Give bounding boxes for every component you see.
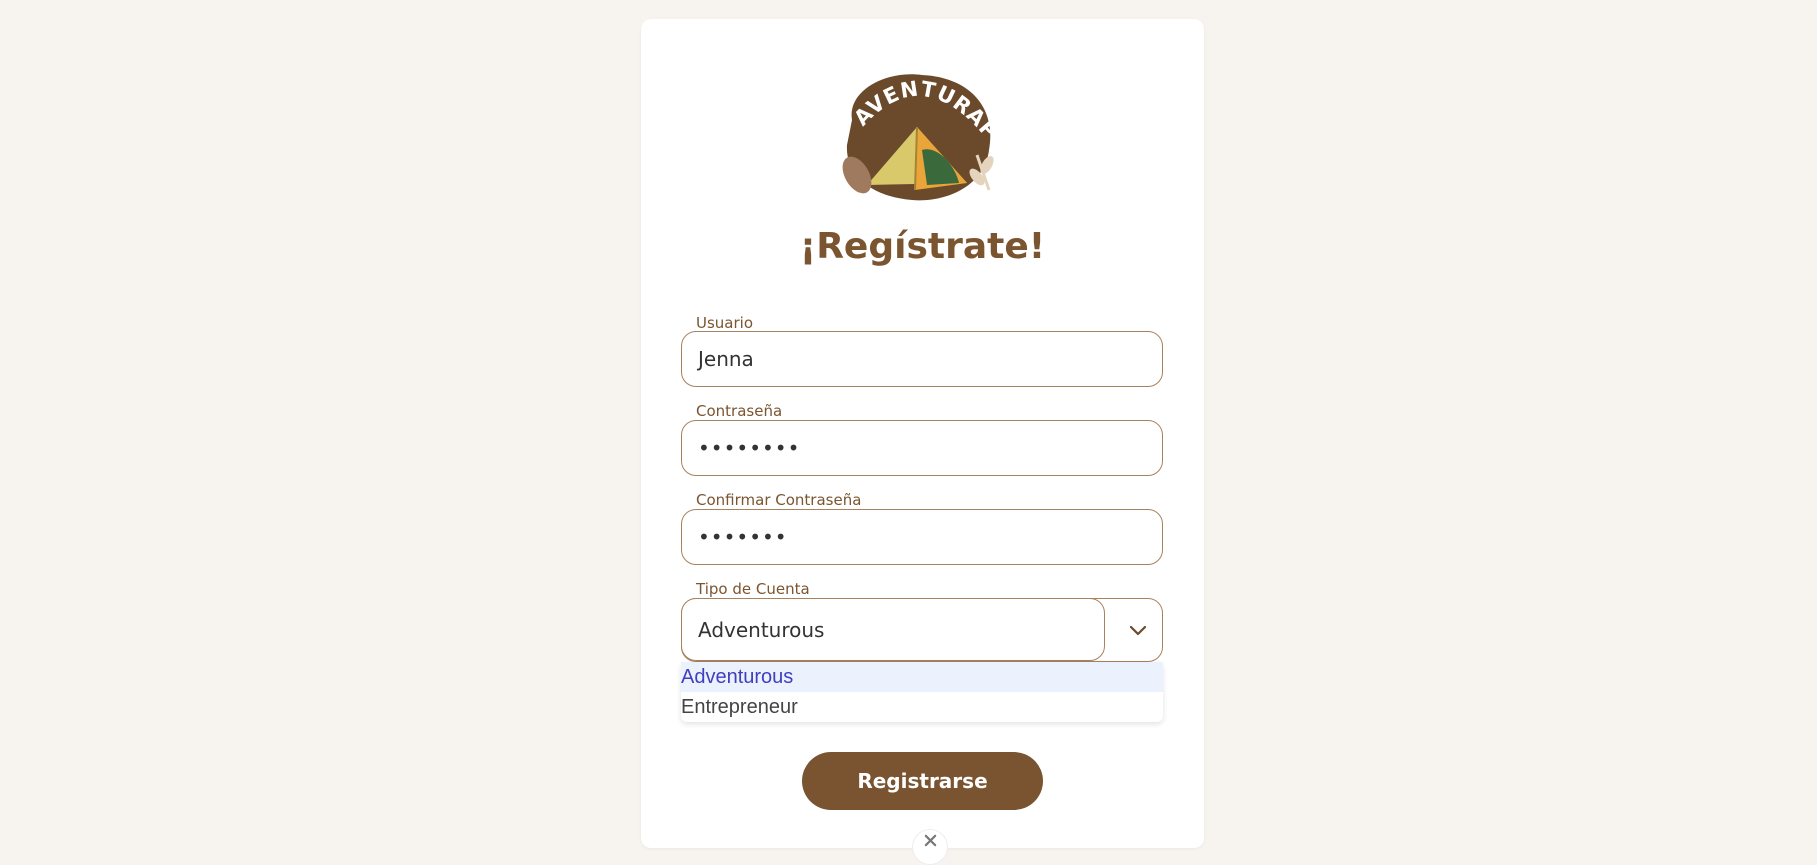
password-value: ••••••••: [698, 436, 801, 460]
account-type-value: Adventurous: [698, 617, 825, 642]
register-card: AVENTURAPE ¡Regístrate! Usuario Jenna Co…: [641, 19, 1204, 865]
password-input[interactable]: ••••••••: [681, 420, 1163, 476]
confirm-password-input[interactable]: •••••••: [681, 509, 1163, 565]
close-button[interactable]: [912, 829, 948, 865]
account-type-select[interactable]: Adventurous: [681, 598, 1163, 662]
register-button[interactable]: Registrarse: [802, 752, 1043, 810]
username-value: Jenna: [698, 347, 754, 371]
password-label: Contraseña: [696, 402, 783, 420]
option-adventurous[interactable]: Adventurous: [681, 662, 1163, 692]
chevron-down-icon[interactable]: [1126, 618, 1150, 642]
close-icon: [924, 834, 936, 847]
username-label: Usuario: [696, 314, 754, 332]
page-title: ¡Regístrate!: [799, 226, 1046, 267]
account-type-dropdown: Adventurous Entrepreneur: [681, 662, 1163, 722]
confirm-password-label: Confirmar Contraseña: [696, 491, 862, 509]
option-entrepreneur[interactable]: Entrepreneur: [681, 692, 1163, 722]
username-input[interactable]: Jenna: [681, 331, 1163, 387]
brand-logo: AVENTURAPE: [827, 65, 1007, 205]
account-type-label: Tipo de Cuenta: [696, 580, 810, 598]
logo-image: AVENTURAPE: [827, 65, 1002, 201]
confirm-password-value: •••••••: [698, 525, 788, 549]
account-type-value-box[interactable]: Adventurous: [681, 598, 1105, 661]
